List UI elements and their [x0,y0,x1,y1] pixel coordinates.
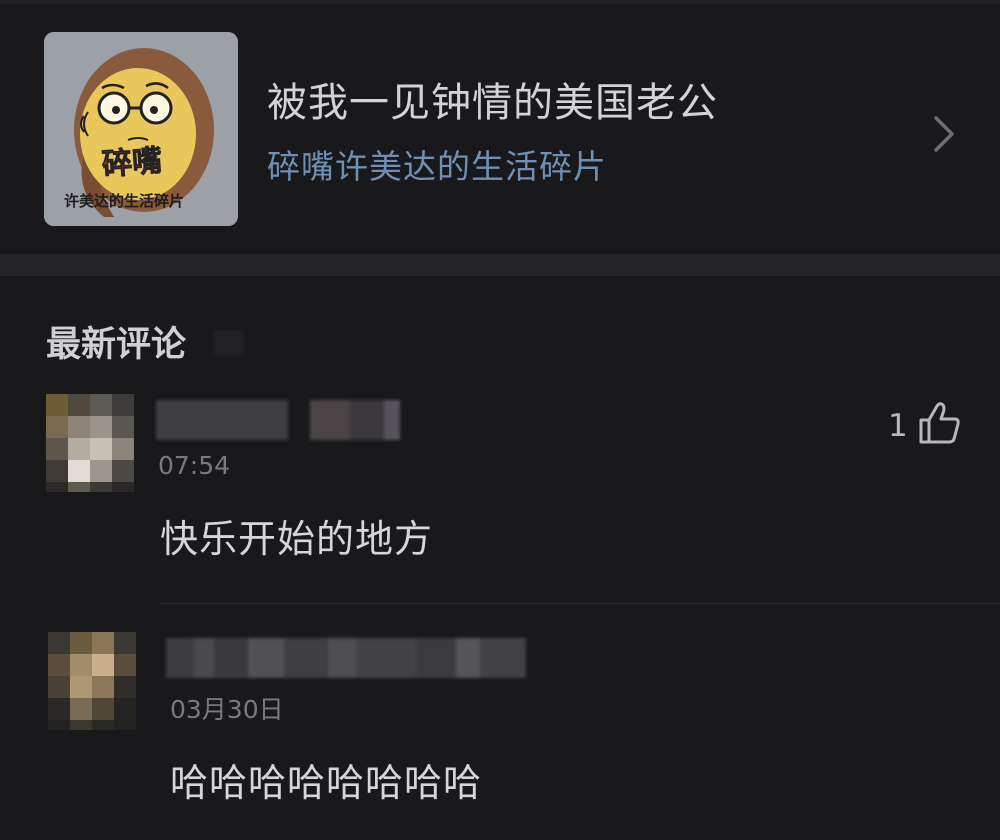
commenter-name[interactable] [166,638,550,678]
comment-item: 03月30日 哈哈哈哈哈哈哈哈 [0,0,1000,840]
commenter-avatar[interactable] [48,632,136,730]
comment-text: 哈哈哈哈哈哈哈哈 [170,761,483,805]
comment-time: 03月30日 [170,695,284,724]
